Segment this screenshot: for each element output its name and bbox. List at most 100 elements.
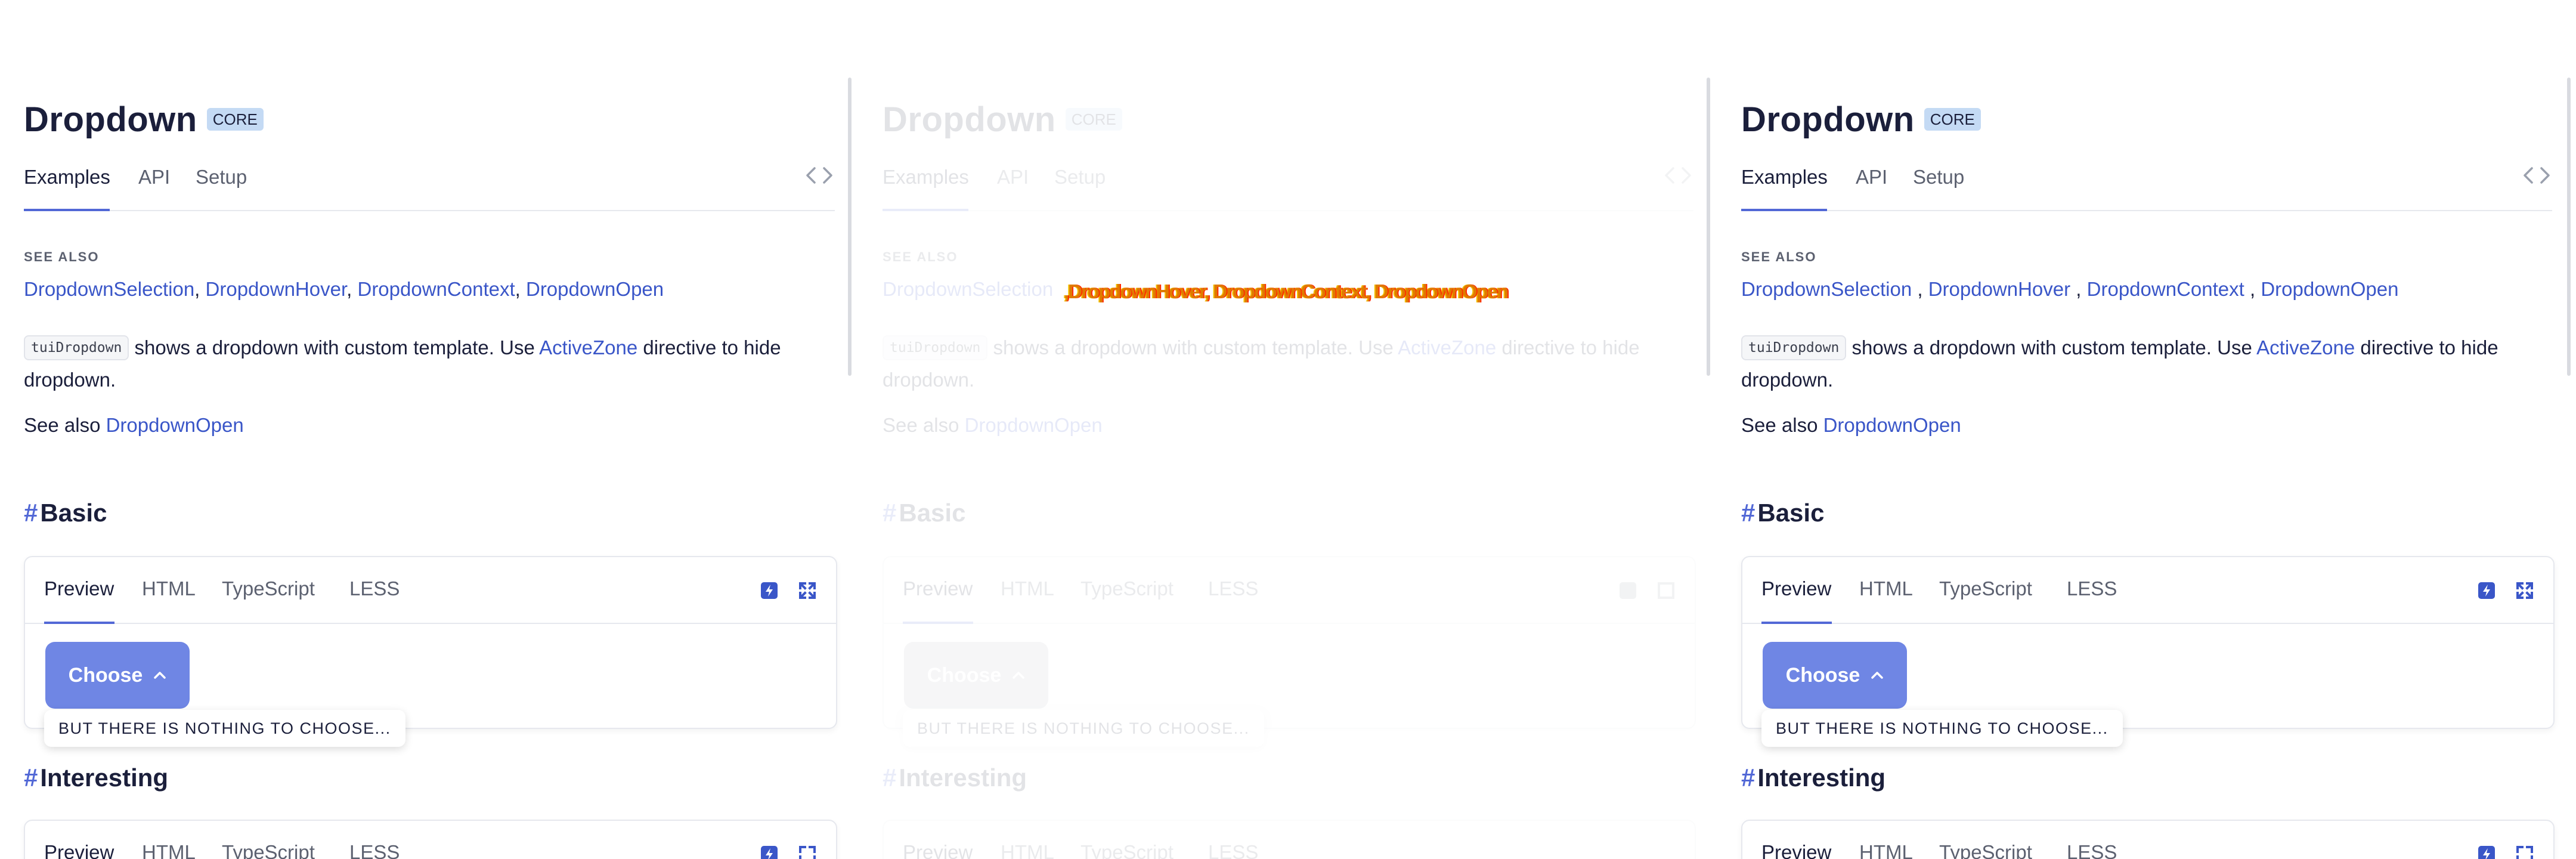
- expand-icon[interactable]: [2515, 845, 2534, 859]
- tab-less[interactable]: LESS: [2067, 841, 2117, 859]
- tab-examples[interactable]: Examples: [1741, 166, 1828, 189]
- see-also-prefix: See also: [1741, 414, 1823, 436]
- expand-icon[interactable]: [1657, 581, 1676, 600]
- description: tuiDropdown shows a dropdown with custom…: [1741, 332, 2552, 396]
- code-brackets-icon[interactable]: [804, 163, 835, 187]
- example-card-basic: Preview HTML TypeScript LESS Choose: [1741, 556, 2555, 729]
- tab-typescript[interactable]: TypeScript: [222, 577, 315, 600]
- link-dropdown-selection[interactable]: DropdownSelection: [1741, 278, 1912, 300]
- tab-typescript[interactable]: TypeScript: [1939, 841, 2032, 859]
- link-dropdown-hover[interactable]: DropdownHover: [1928, 278, 2070, 300]
- link-active-zone[interactable]: ActiveZone: [2256, 336, 2355, 359]
- tab-typescript[interactable]: TypeScript: [1939, 577, 2032, 600]
- link-dropdown-context[interactable]: DropdownContext: [2087, 278, 2244, 300]
- stackblitz-icon[interactable]: [760, 581, 779, 600]
- tab-setup[interactable]: Setup: [196, 166, 247, 189]
- tab-preview[interactable]: Preview: [903, 841, 973, 859]
- example-tabs: Preview HTML TypeScript LESS: [884, 557, 1695, 624]
- tab-preview[interactable]: Preview: [44, 841, 114, 859]
- choose-button[interactable]: Choose: [904, 642, 1048, 709]
- stackblitz-icon[interactable]: [760, 845, 779, 859]
- scrollbar[interactable]: [848, 78, 852, 376]
- link-dropdown-context[interactable]: DropdownContext: [357, 278, 515, 300]
- dropdown-popup: BUT THERE IS NOTHING TO CHOOSE...: [903, 710, 1264, 747]
- link-see-also-dropdown-open[interactable]: DropdownOpen: [1823, 414, 1961, 436]
- code-chip: tuiDropdown: [883, 335, 988, 360]
- tab-examples[interactable]: Examples: [24, 166, 110, 189]
- expand-icon[interactable]: [798, 845, 817, 859]
- example-card-interesting: Preview HTML TypeScript LESS: [883, 820, 1696, 859]
- example-card-interesting: Preview HTML TypeScript LESS: [1741, 820, 2555, 859]
- tab-api[interactable]: API: [138, 166, 170, 189]
- tab-less[interactable]: LESS: [1208, 841, 1258, 859]
- link-dropdown-selection[interactable]: DropdownSelection: [883, 278, 1053, 300]
- tab-less[interactable]: LESS: [349, 577, 400, 600]
- link-dropdown-open[interactable]: DropdownOpen: [2261, 278, 2398, 300]
- link-active-zone[interactable]: ActiveZone: [1398, 336, 1496, 359]
- tab-html[interactable]: HTML: [1001, 841, 1054, 859]
- example-tabs: Preview HTML TypeScript LESS: [1742, 557, 2553, 624]
- description-text: shows a dropdown with custom template. U…: [987, 336, 1398, 359]
- section-heading-basic[interactable]: #Basic: [24, 499, 107, 527]
- link-see-also-dropdown-open[interactable]: DropdownOpen: [965, 414, 1103, 436]
- tab-api[interactable]: API: [997, 166, 1029, 189]
- tab-html[interactable]: HTML: [142, 841, 196, 859]
- tab-typescript[interactable]: TypeScript: [1080, 577, 1174, 600]
- tab-html[interactable]: HTML: [1859, 577, 1913, 600]
- code-brackets-icon[interactable]: [1662, 163, 1693, 187]
- anchor-hash[interactable]: #: [1741, 499, 1755, 527]
- see-also-links: DropdownSelection , DropdownHover , Drop…: [1741, 278, 2399, 300]
- link-dropdown-open[interactable]: DropdownOpen: [526, 278, 664, 300]
- scrollbar[interactable]: [2567, 78, 2571, 376]
- tab-setup[interactable]: Setup: [1054, 166, 1106, 189]
- choose-button[interactable]: Choose: [1763, 642, 1907, 709]
- description: tuiDropdown shows a dropdown with custom…: [24, 332, 835, 396]
- core-badge: CORE: [1065, 108, 1122, 131]
- tab-html[interactable]: HTML: [142, 577, 196, 600]
- tab-preview[interactable]: Preview: [1761, 577, 1831, 600]
- section-heading-interesting[interactable]: #Interesting: [24, 764, 168, 792]
- tab-typescript[interactable]: TypeScript: [1080, 841, 1174, 859]
- link-active-zone[interactable]: ActiveZone: [539, 336, 637, 359]
- stackblitz-icon[interactable]: [1618, 581, 1637, 600]
- section-heading-basic[interactable]: #Basic: [883, 499, 965, 527]
- expand-icon[interactable]: [2515, 581, 2534, 600]
- stackblitz-icon[interactable]: [2477, 581, 2496, 600]
- link-see-also-dropdown-open[interactable]: DropdownOpen: [106, 414, 244, 436]
- section-heading-interesting[interactable]: #Interesting: [1741, 764, 1885, 792]
- tab-html[interactable]: HTML: [1001, 577, 1054, 600]
- code-brackets-icon[interactable]: [2521, 163, 2552, 187]
- active-example-tab-indicator: [1761, 622, 1832, 624]
- tab-html[interactable]: HTML: [1859, 841, 1913, 859]
- core-badge: CORE: [206, 108, 264, 131]
- section-heading-basic[interactable]: #Basic: [1741, 499, 1824, 527]
- tab-api[interactable]: API: [1856, 166, 1887, 189]
- tab-preview[interactable]: Preview: [903, 577, 973, 600]
- anchor-hash[interactable]: #: [1741, 764, 1755, 792]
- link-dropdown-selection[interactable]: DropdownSelection: [24, 278, 194, 300]
- anchor-hash[interactable]: #: [24, 764, 38, 792]
- link-dropdown-hover[interactable]: DropdownHover: [206, 278, 347, 300]
- section-heading-interesting[interactable]: #Interesting: [883, 764, 1027, 792]
- dropdown-popup: BUT THERE IS NOTHING TO CHOOSE...: [1761, 710, 2123, 747]
- tab-less[interactable]: LESS: [2067, 577, 2117, 600]
- tab-examples[interactable]: Examples: [883, 166, 969, 189]
- tab-setup[interactable]: Setup: [1913, 166, 1964, 189]
- tab-preview[interactable]: Preview: [44, 577, 114, 600]
- tab-preview[interactable]: Preview: [1761, 841, 1831, 859]
- expand-icon[interactable]: [798, 581, 817, 600]
- active-tab-indicator: [24, 209, 110, 211]
- anchor-hash[interactable]: #: [883, 499, 896, 527]
- active-example-tab-indicator: [44, 622, 114, 624]
- stackblitz-icon[interactable]: [2477, 845, 2496, 859]
- tab-typescript[interactable]: TypeScript: [222, 841, 315, 859]
- anchor-hash[interactable]: #: [883, 764, 896, 792]
- tab-less[interactable]: LESS: [349, 841, 400, 859]
- anchor-hash[interactable]: #: [24, 499, 38, 527]
- tab-less[interactable]: LESS: [1208, 577, 1258, 600]
- section-title: Interesting: [40, 764, 169, 792]
- section-title: Basic: [1757, 499, 1825, 527]
- scrollbar[interactable]: [1707, 78, 1710, 376]
- choose-button[interactable]: Choose: [45, 642, 190, 709]
- example-card-basic: Preview HTML TypeScript LESS Choose: [24, 556, 837, 729]
